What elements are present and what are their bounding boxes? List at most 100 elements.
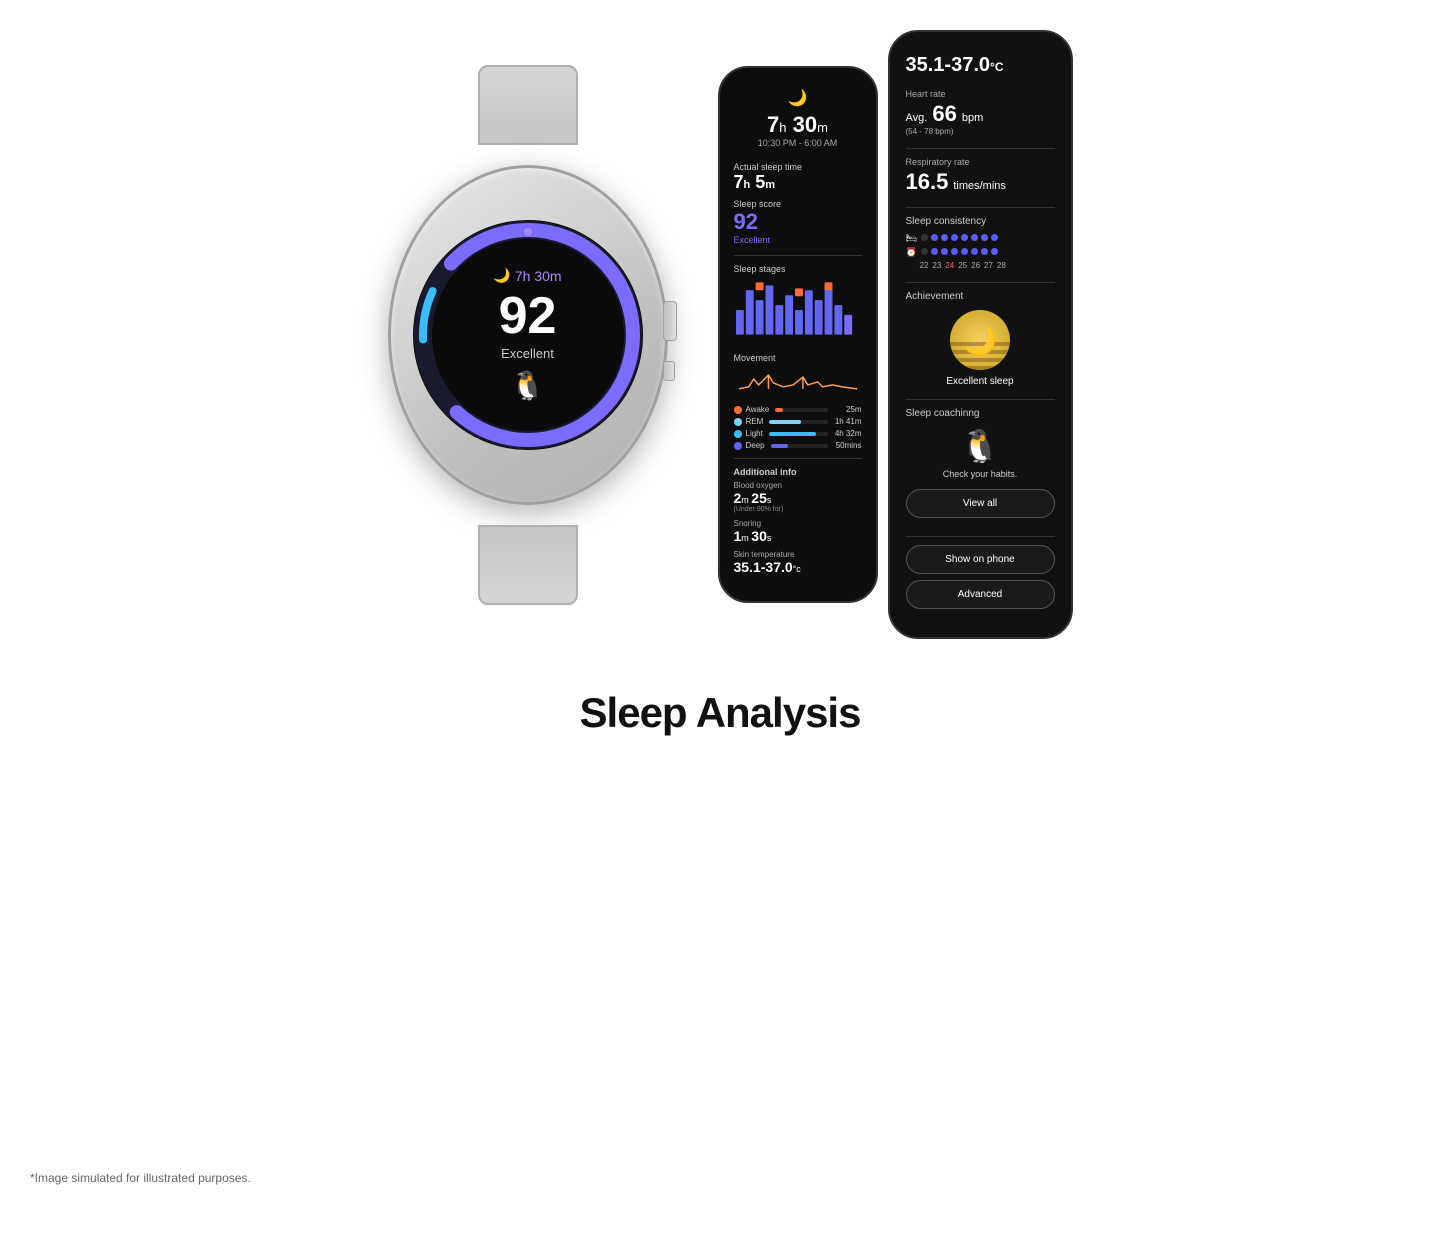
watch-band-top	[478, 65, 578, 145]
alarm-dot-3	[941, 248, 948, 255]
dot-7	[981, 234, 988, 241]
achievement-medal: 🌙	[906, 310, 1055, 370]
view-all-button[interactable]: View all	[906, 489, 1055, 518]
disclaimer: *Image simulated for illustrated purpose…	[30, 1171, 251, 1185]
dot-5	[961, 234, 968, 241]
alarm-dot-2	[931, 248, 938, 255]
light-time: 4h 32m	[834, 429, 862, 438]
total-sleep-time: 7h 30m	[734, 112, 862, 138]
score-number: 92	[734, 209, 862, 235]
rem-bar	[769, 420, 801, 424]
achievement-section: Achievement 🌙 Excellent sleep	[906, 291, 1055, 387]
watch-crown	[663, 301, 677, 341]
snoring-row: Snoring 1m 30s	[734, 519, 862, 544]
movement-label: Movement	[734, 353, 862, 363]
heart-rate-sub: (54 - 78 bpm)	[906, 127, 1055, 136]
watch-quality: Excellent	[493, 346, 561, 361]
blood-oxygen-label: Blood oxygen	[734, 481, 862, 490]
heart-rate-section: Heart rate Avg. 66 bpm (54 - 78 bpm)	[906, 89, 1055, 136]
dot-1	[921, 234, 928, 241]
deep-label: Deep	[746, 441, 765, 450]
day-numbers: 22 23 24 25 26 27 28	[906, 261, 1055, 270]
stages-label: Sleep stages	[734, 264, 862, 274]
respiratory-label: Respiratory rate	[906, 157, 1055, 167]
achievement-name: Excellent sleep	[906, 376, 1055, 387]
watch-button	[663, 361, 675, 381]
deep-bar	[771, 444, 788, 448]
coaching-text: Check your habits.	[906, 469, 1055, 479]
show-on-phone-button[interactable]: Show on phone	[906, 545, 1055, 574]
respiratory-value: 16.5 times/mins	[906, 169, 1055, 195]
alarm-dot-5	[961, 248, 968, 255]
rem-time: 1h 41m	[834, 417, 862, 426]
light-row: Light 4h 32m	[734, 429, 862, 438]
alarm-dots	[921, 248, 998, 255]
light-label: Light	[746, 429, 763, 438]
deep-dot	[734, 442, 742, 450]
dot-8	[991, 234, 998, 241]
watch-score: 92	[493, 290, 561, 342]
dot-6	[971, 234, 978, 241]
blood-oxygen-row: Blood oxygen 2m 25s (Under 90% for)	[734, 481, 862, 513]
heart-rate-label: Heart rate	[906, 89, 1055, 99]
alarm-dot-7	[981, 248, 988, 255]
additional-info-label: Additional info	[734, 467, 862, 477]
deep-row: Deep 50mins	[734, 441, 862, 450]
awake-bar	[775, 408, 783, 412]
coaching-penguin-icon: 🐧	[906, 427, 1055, 465]
alarm-dot-8	[991, 248, 998, 255]
awake-label: Awake	[746, 405, 770, 414]
blood-oxygen-sub: (Under 90% for)	[734, 506, 862, 513]
phone-header: 🌙 7h 30m 10:30 PM - 6:00 AM	[734, 88, 862, 148]
sleep-stages-chart	[734, 280, 862, 340]
consistency-title: Sleep consistency	[906, 216, 1055, 227]
dot-2	[931, 234, 938, 241]
coaching-section: Sleep coachinng 🐧 Check your habits. Vie…	[906, 408, 1055, 524]
skin-temp-label: Skin temperature	[734, 550, 862, 559]
temp-range-title: 35.1-37.0°C	[906, 54, 1055, 77]
blood-oxygen-value: 2m 25s	[734, 490, 862, 506]
heart-rate-value: Avg. 66 bpm	[906, 101, 1055, 127]
watch-band-bottom	[478, 525, 578, 605]
watch-display: 🌙 7h 30m 92 Excellent 🐧	[368, 125, 688, 545]
skin-temp-value: 35.1-37.0°c	[734, 559, 862, 575]
medal-icon: 🌙	[950, 310, 1010, 370]
rem-dot	[734, 418, 742, 426]
actual-label: Actual sleep time	[734, 162, 862, 172]
deep-time: 50mins	[834, 441, 862, 450]
awake-row: Awake 25m	[734, 405, 862, 414]
watch-outer: 🌙 7h 30m 92 Excellent 🐧	[388, 165, 668, 505]
skin-temp-row: Skin temperature 35.1-37.0°c	[734, 550, 862, 575]
score-text: Excellent	[734, 235, 862, 245]
coaching-title: Sleep coachinng	[906, 408, 1055, 419]
watch-content: 🌙 7h 30m 92 Excellent 🐧	[493, 267, 561, 402]
moon-icon: 🌙	[734, 88, 862, 108]
rem-label: REM	[746, 417, 764, 426]
time-range: 10:30 PM - 6:00 AM	[734, 138, 862, 148]
phone-screen-sleep-detail: 🌙 7h 30m 10:30 PM - 6:00 AM Actual sleep…	[718, 66, 878, 603]
watch-screen: 🌙 7h 30m 92 Excellent 🐧	[413, 220, 643, 450]
watch-moon-icon: 🌙	[493, 267, 510, 284]
dot-3	[941, 234, 948, 241]
advanced-button[interactable]: Advanced	[906, 580, 1055, 609]
rem-row: REM 1h 41m	[734, 417, 862, 426]
movement-chart	[734, 367, 862, 392]
bed-dots	[921, 234, 998, 241]
alarm-dot-6	[971, 248, 978, 255]
score-label: Sleep score	[734, 199, 862, 209]
respiratory-section: Respiratory rate 16.5 times/mins	[906, 157, 1055, 195]
achievement-title: Achievement	[906, 291, 1055, 302]
page-title-section: Sleep Analysis	[580, 639, 861, 757]
alarm-dot-1	[921, 248, 928, 255]
phone-screen-metrics: 35.1-37.0°C Heart rate Avg. 66 bpm (54 -…	[888, 30, 1073, 639]
light-dot	[734, 430, 742, 438]
snoring-label: Snoring	[734, 519, 862, 528]
alarm-dot-4	[951, 248, 958, 255]
actual-time: 7h 5m	[734, 172, 862, 193]
sleep-consistency-section: Sleep consistency 🛏 ⏰	[906, 216, 1055, 270]
awake-dot	[734, 406, 742, 414]
page-title: Sleep Analysis	[580, 689, 861, 737]
snoring-value: 1m 30s	[734, 528, 862, 544]
watch-penguin-icon: 🐧	[493, 369, 561, 402]
light-bar	[769, 432, 816, 436]
